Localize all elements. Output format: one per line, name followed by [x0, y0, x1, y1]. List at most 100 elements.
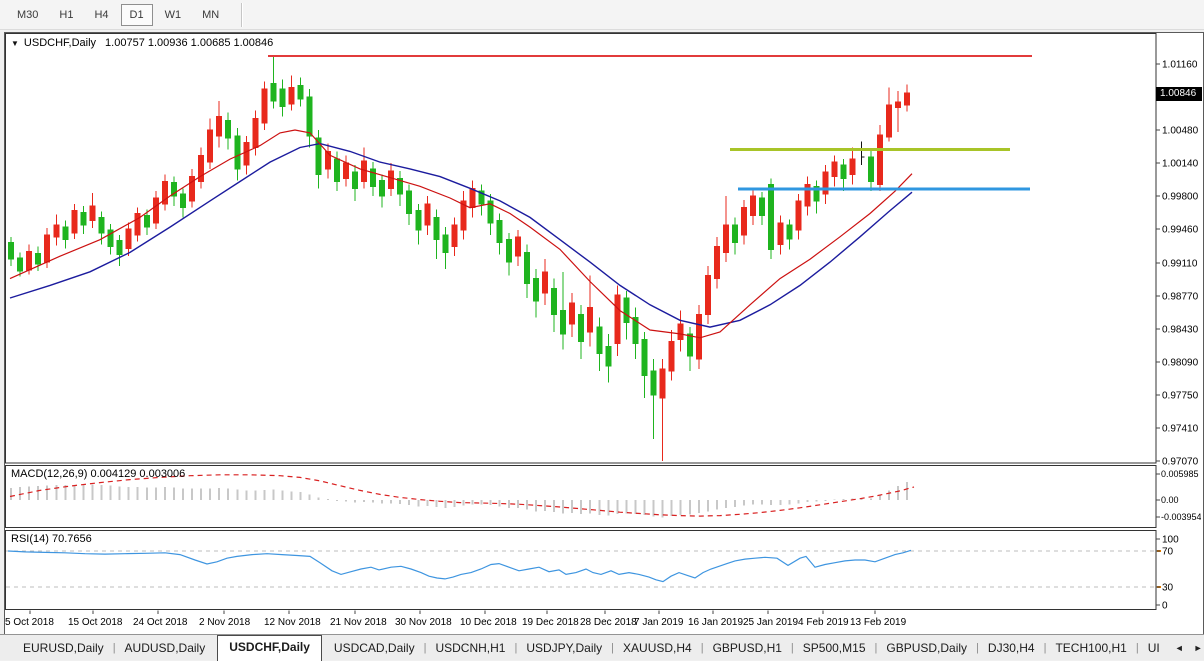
chart-canvas[interactable]: 1.01160 1.00480 1.00140 0.99800 0.99460 0.991…	[5, 33, 1201, 632]
candle-body	[614, 294, 621, 345]
chart-dropdown-icon: ▼	[11, 38, 19, 48]
candle-body	[768, 183, 775, 250]
candle-body	[342, 162, 349, 180]
price-axis-label: 0.98770	[1162, 292, 1199, 303]
rsi-axis-label: 100	[1162, 535, 1179, 546]
candle-body	[840, 164, 847, 180]
date-axis-label: 16 Jan 2019	[688, 617, 743, 628]
main-chart-pane[interactable]	[5, 33, 1157, 464]
candle-body	[388, 170, 395, 189]
candle-body	[351, 171, 358, 189]
candle-body	[750, 195, 757, 216]
tab-sp500-m15[interactable]: SP500,M15	[794, 637, 875, 659]
tab-usdcnh-h1[interactable]: USDCNH,H1	[426, 637, 514, 659]
tab-gbpusd-daily[interactable]: GBPUSD,Daily	[877, 637, 976, 659]
tab-dj30-h4[interactable]: DJ30,H4	[979, 637, 1044, 659]
candle-body	[270, 82, 277, 102]
candle-body	[279, 88, 286, 108]
candle-body	[569, 302, 576, 325]
candle-body	[822, 171, 829, 195]
date-axis-label: 21 Nov 2018	[330, 617, 387, 628]
tab-xauusd-h4[interactable]: XAUUSD,H4	[614, 637, 701, 659]
candle-body	[894, 101, 901, 109]
price-axis-label: 0.99110	[1162, 259, 1198, 270]
candle-body	[686, 333, 693, 357]
candle-body	[876, 134, 883, 185]
timeframe-button-h4[interactable]: H4	[85, 4, 117, 26]
date-axis-label: 2 Nov 2018	[199, 617, 251, 628]
rsi-axis-label: 0	[1162, 601, 1168, 612]
candle-body	[596, 326, 603, 354]
chart-window: 1.01160 1.00480 1.00140 0.99800 0.99460 0.991…	[4, 32, 1204, 635]
candle-body	[333, 158, 340, 182]
tab-scroll-right-button[interactable]: ►	[1190, 641, 1204, 655]
candle-body	[804, 183, 811, 207]
date-axis-label: 19 Dec 2018	[522, 617, 579, 628]
chart-title: ▼ USDCHF,Daily 1.00757 1.00936 1.00685 1…	[11, 37, 273, 49]
timeframe-button-h1[interactable]: H1	[50, 4, 82, 26]
candle-body	[903, 92, 910, 106]
rsi-axis-label: 70	[1162, 547, 1174, 558]
candle-body	[80, 212, 87, 226]
date-axis-label: 15 Oct 2018	[68, 617, 123, 628]
tab-tech100-h1[interactable]: TECH100,H1	[1046, 637, 1135, 659]
timeframe-toolbar: M30 H1 H4 D1 W1 MN	[0, 0, 1204, 30]
candle-body	[704, 275, 711, 315]
candle-body	[623, 297, 630, 323]
current-price-tag: 1.00846	[1156, 87, 1202, 101]
rsi-indicator-label: RSI(14) 70.7656	[11, 533, 92, 545]
timeframe-button-m30[interactable]: M30	[8, 4, 47, 26]
candle-body	[732, 224, 738, 244]
tab-usdcad-daily[interactable]: USDCAD,Daily	[325, 637, 424, 659]
tab-eurusd-daily[interactable]: EURUSD,Daily	[14, 637, 113, 659]
tab-usdchf-daily[interactable]: USDCHF,Daily	[217, 634, 322, 661]
candle-body	[496, 219, 503, 244]
candle-body	[451, 224, 458, 248]
chart-ohlc-values: 1.00757 1.00936 1.00685 1.00846	[105, 37, 274, 49]
candle-body	[469, 187, 476, 209]
candle-body	[216, 115, 223, 137]
timeframe-button-mn[interactable]: MN	[193, 4, 228, 26]
candle-body	[134, 213, 141, 236]
price-axis-label: 0.97070	[1162, 457, 1199, 468]
candle-body	[605, 346, 612, 367]
candle-body	[8, 242, 14, 260]
tab-ui[interactable]: UI	[1139, 637, 1169, 659]
candle-body	[152, 197, 159, 224]
candle-body	[360, 160, 367, 182]
macd-axis-label: 0.00	[1161, 495, 1179, 505]
rsi-pane[interactable]	[5, 530, 1157, 610]
tab-scroll-left-button[interactable]: ◄	[1171, 641, 1188, 655]
price-axis-label: 0.99800	[1162, 192, 1199, 203]
candle-body	[207, 129, 214, 163]
candle-body	[406, 190, 413, 215]
candle-body	[532, 278, 539, 302]
candle-body	[306, 96, 313, 137]
candle-body	[179, 193, 186, 209]
candle-body	[17, 257, 24, 272]
date-axis-label: 10 Dec 2018	[460, 617, 517, 628]
date-axis-label: 7 Jan 2019	[634, 617, 684, 628]
tab-audusd-daily[interactable]: AUDUSD,Daily	[116, 637, 215, 659]
price-axis-label: 1.00140	[1162, 159, 1199, 170]
tab-gbpusd-h1[interactable]: GBPUSD,H1	[704, 637, 791, 659]
chart-symbol-label: USDCHF,Daily	[23, 37, 97, 49]
price-axis-label: 0.98090	[1162, 358, 1199, 369]
tab-usdjpy-daily[interactable]: USDJPY,Daily	[517, 637, 611, 659]
candle-body	[288, 86, 295, 105]
date-axis-label: 13 Feb 2019	[850, 617, 907, 628]
candle-body	[641, 339, 648, 377]
macd-axis-label: 0.005985	[1161, 469, 1199, 479]
candle-body	[89, 205, 96, 221]
price-axis-label: 0.97750	[1162, 391, 1199, 402]
candle-body	[71, 210, 78, 234]
candle-body	[53, 224, 60, 238]
candle-body	[252, 117, 259, 148]
candle-body	[777, 222, 784, 246]
candle-body	[541, 271, 548, 294]
macd-axis-label: -0.003954	[1161, 512, 1201, 522]
timeframe-button-w1[interactable]: W1	[156, 4, 191, 26]
candle-body	[831, 161, 838, 178]
timeframe-button-d1[interactable]: D1	[120, 3, 153, 26]
price-axis-label: 0.99460	[1162, 225, 1199, 236]
